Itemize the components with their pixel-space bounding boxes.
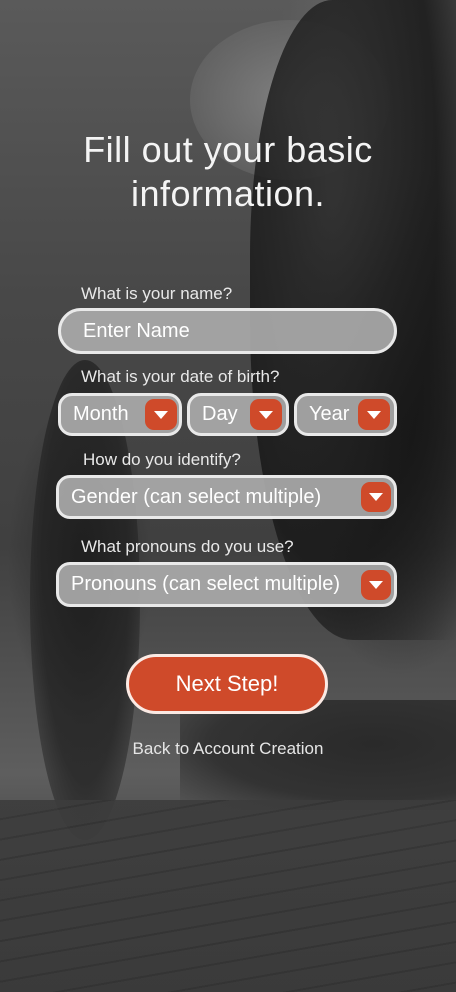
name-label: What is your name?: [81, 284, 233, 303]
page-title: Fill out your basic information.: [83, 129, 373, 214]
month-select[interactable]: Month: [58, 393, 182, 436]
day-select[interactable]: Day: [187, 393, 289, 436]
pronouns-label: What pronouns do you use?: [81, 537, 294, 556]
chevron-down-icon: [259, 410, 273, 419]
gender-dropdown-button[interactable]: [361, 482, 391, 512]
chevron-down-icon: [369, 581, 383, 589]
day-value: Day: [202, 403, 238, 425]
month-value: Month: [73, 403, 129, 425]
pronouns-value: Pronouns (can select multiple): [71, 573, 341, 595]
year-dropdown-button[interactable]: [358, 399, 390, 430]
day-dropdown-button[interactable]: [250, 399, 282, 430]
chevron-down-icon: [369, 493, 383, 501]
dob-label: What is your date of birth?: [81, 367, 280, 386]
gender-select[interactable]: Gender (can select multiple): [56, 475, 397, 519]
chevron-down-icon: [154, 410, 168, 419]
gender-label: How do you identify?: [83, 450, 241, 469]
name-input[interactable]: Enter Name: [58, 308, 397, 354]
year-value: Year: [309, 403, 350, 425]
year-select[interactable]: Year: [294, 393, 397, 436]
pronouns-dropdown-button[interactable]: [361, 570, 391, 600]
form-screen: Fill out your basic information. What is…: [0, 0, 456, 992]
next-step-button[interactable]: Next Step!: [126, 654, 328, 714]
month-dropdown-button[interactable]: [145, 399, 177, 430]
chevron-down-icon: [367, 410, 381, 419]
name-placeholder: Enter Name: [83, 319, 190, 342]
gender-value: Gender (can select multiple): [71, 485, 322, 508]
back-to-account-creation-link[interactable]: Back to Account Creation: [0, 739, 456, 759]
pronouns-select[interactable]: Pronouns (can select multiple): [56, 562, 397, 607]
